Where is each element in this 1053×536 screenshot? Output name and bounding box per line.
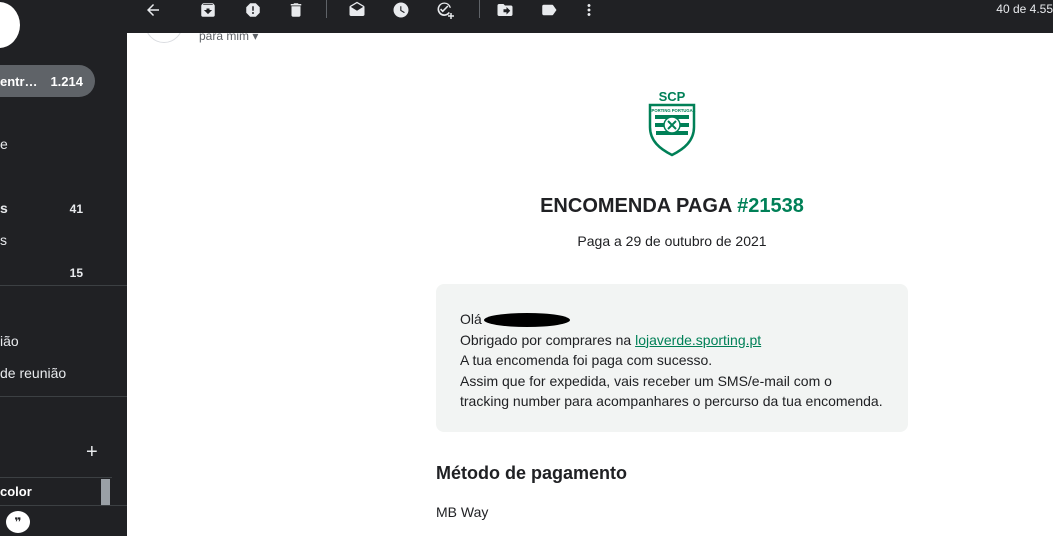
message-box: Olá Obrigado por comprares na lojaverde.… [436, 284, 908, 432]
sidebar-scrollbar[interactable] [101, 479, 110, 505]
greeting-text: Olá [460, 311, 482, 327]
paid-date: Paga a 29 de outubro de 2021 [577, 233, 767, 249]
report-spam-icon[interactable] [239, 0, 267, 20]
sidebar-item-count: 15 [69, 266, 83, 280]
sporting-logo: SCP SPORTING PORTUGAL [649, 89, 696, 157]
hangouts-icon[interactable]: ❞ [6, 511, 30, 533]
sidebar-item-meet[interactable]: ião [0, 333, 19, 349]
sidebar-item-label: s [0, 200, 8, 216]
label-icon[interactable] [535, 0, 563, 20]
thanks-text: Obrigado por comprares na [460, 331, 636, 348]
sidebar-item-label: s [0, 232, 7, 248]
sidebar-item-label: ião [0, 333, 19, 349]
sidebar-item-label: de reunião [0, 365, 67, 381]
more-icon[interactable] [575, 0, 603, 20]
back-arrow-icon[interactable] [139, 0, 167, 20]
payment-method-value: MB Way [436, 504, 489, 520]
email-view: para mim ▾ SCP SPORTING PORTUGAL ENCOMEN… [127, 33, 1053, 536]
left-sidebar: entr… 1.214 e s 41 s 15 ião de reunião +… [0, 0, 127, 536]
sidebar-item[interactable]: s 41 [0, 200, 127, 216]
sidebar-divider [0, 285, 127, 286]
order-title-text: ENCOMENDA PAGA [540, 195, 738, 217]
archive-icon[interactable] [194, 0, 222, 20]
redacted-name [483, 313, 570, 328]
logo-ring-text: SPORTING PORTUGAL [649, 108, 696, 113]
shop-link[interactable]: lojaverde.sporting.pt [635, 332, 761, 348]
sidebar-divider [0, 505, 127, 506]
recipient-label: para mim [199, 33, 250, 43]
sidebar-item[interactable]: e [0, 136, 8, 152]
recipient-details[interactable]: para mim ▾ [199, 33, 258, 43]
chevron-down-icon: ▾ [252, 33, 259, 43]
compose-button[interactable] [0, 2, 20, 48]
order-number: #21538 [737, 195, 804, 217]
payment-method-heading: Método de pagamento [436, 463, 628, 483]
toolbar-divider [479, 0, 480, 18]
sidebar-item-inbox[interactable]: entr… 1.214 [0, 65, 95, 97]
sidebar-item-count: 41 [69, 202, 83, 216]
add-icon[interactable]: + [86, 441, 98, 463]
sidebar-divider [0, 396, 127, 397]
shipping-line: Assim que for expedida, vais receber um … [460, 372, 832, 389]
move-to-icon[interactable] [491, 0, 519, 20]
shipping-line: tracking number para acompanhares o perc… [460, 393, 883, 409]
sender-avatar[interactable] [145, 33, 183, 43]
sidebar-item[interactable]: s [0, 232, 7, 248]
logo-text: SCP [659, 89, 686, 104]
paid-line: A tua encomenda foi paga com sucesso. [460, 352, 713, 368]
sidebar-item-count: 1.214 [50, 73, 83, 89]
delete-icon[interactable] [282, 0, 310, 20]
sidebar-item-meetings[interactable]: de reunião [0, 365, 66, 381]
pagination-count: 40 de 4.55 [996, 2, 1053, 16]
greeting-line: Olá [460, 309, 884, 330]
mark-unread-icon[interactable] [343, 0, 371, 20]
add-to-tasks-icon[interactable] [431, 0, 459, 20]
toolbar-divider [326, 0, 327, 18]
thanks-line: Obrigado por comprares na lojaverde.spor… [460, 330, 884, 351]
order-title: ENCOMENDA PAGA #21538 [436, 195, 908, 218]
sidebar-label-text: color [0, 484, 32, 499]
sidebar-item-label: e [0, 136, 8, 152]
snooze-icon[interactable] [387, 0, 415, 20]
sidebar-item-label: entr… [0, 73, 38, 89]
sidebar-label-row[interactable]: color [0, 477, 112, 505]
email-toolbar: 40 de 4.55 [127, 0, 1053, 33]
